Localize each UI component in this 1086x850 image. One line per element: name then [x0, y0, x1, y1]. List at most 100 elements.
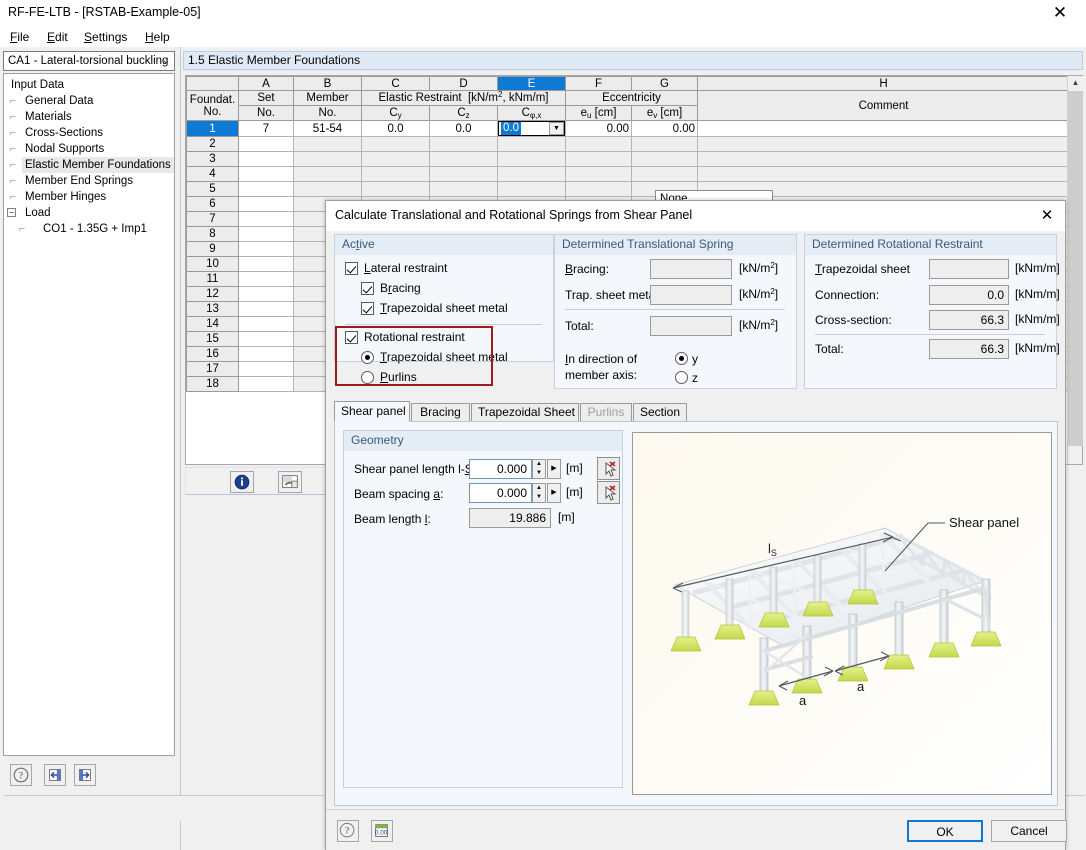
table-row[interactable]: 4: [186, 166, 1070, 182]
menu-item-settings[interactable]: Settings: [80, 29, 131, 45]
shear-panel-length-input[interactable]: 0.000: [469, 459, 532, 479]
tree-item-member-hinges[interactable]: ⌐ Member Hinges: [4, 189, 174, 205]
cell-ev[interactable]: [631, 136, 698, 152]
pick-from-model-icon[interactable]: [597, 481, 620, 504]
cell-eu[interactable]: [565, 181, 632, 197]
lateral-restraint-label[interactable]: Lateral restraint: [364, 261, 447, 275]
column-letter-d[interactable]: D: [429, 76, 498, 91]
rot-purlins-radio[interactable]: [361, 371, 374, 384]
cell-comment[interactable]: [697, 136, 1070, 152]
cell-cphix[interactable]: [497, 181, 566, 197]
cell-cphix[interactable]: [497, 151, 566, 167]
column-letter-f[interactable]: F: [565, 76, 632, 91]
row-number[interactable]: 5: [186, 181, 239, 197]
cell-comment[interactable]: [697, 166, 1070, 182]
cell-set-no[interactable]: [238, 316, 294, 332]
cell-cphix[interactable]: 0.0 ▼: [497, 120, 566, 137]
trapezoidal-sheet-metal-label[interactable]: Trapezoidal sheet metal: [380, 301, 508, 315]
scrollbar-thumb[interactable]: [1068, 91, 1083, 446]
cell-cz[interactable]: [429, 136, 498, 152]
direction-z-label[interactable]: z: [692, 371, 698, 385]
cell-ev[interactable]: [631, 166, 698, 182]
cell-set-no[interactable]: [238, 226, 294, 242]
column-letter-b[interactable]: B: [293, 76, 362, 91]
graphic-icon[interactable]: [278, 471, 302, 493]
cell-set-no[interactable]: 7: [238, 120, 294, 137]
row-number[interactable]: 1: [186, 120, 239, 137]
cell-eu[interactable]: [565, 166, 632, 182]
row-number[interactable]: 4: [186, 166, 239, 182]
menu-item-help[interactable]: Help: [141, 29, 174, 45]
design-case-selector[interactable]: CA1 - Lateral-torsional buckling ⌄: [3, 51, 175, 71]
rotational-restraint-checkbox[interactable]: [345, 331, 358, 344]
column-letter-e[interactable]: E: [497, 76, 566, 91]
tab-purlins[interactable]: Purlins: [580, 403, 632, 422]
row-number[interactable]: 11: [186, 271, 239, 287]
table-row[interactable]: 3: [186, 151, 1070, 167]
help-icon[interactable]: ?: [10, 764, 32, 786]
direction-z-radio[interactable]: [675, 371, 688, 384]
cell-set-no[interactable]: [238, 376, 294, 392]
table-row[interactable]: 5: [186, 181, 1070, 197]
close-icon[interactable]: ✕: [1040, 0, 1080, 26]
cell-cy[interactable]: 0.0: [361, 120, 430, 137]
tree-item-nodal-supports[interactable]: ⌐ Nodal Supports: [4, 141, 174, 157]
total-value-field[interactable]: [650, 316, 732, 336]
tree-collapse-icon[interactable]: −: [7, 208, 16, 218]
cell-member-no[interactable]: [293, 166, 362, 182]
row-number[interactable]: 14: [186, 316, 239, 332]
cell-set-no[interactable]: [238, 361, 294, 377]
cell-eu[interactable]: 0.00: [565, 120, 632, 137]
cell-eu[interactable]: [565, 136, 632, 152]
cancel-button[interactable]: Cancel: [991, 820, 1067, 842]
tree-item-input-data[interactable]: Input Data: [4, 77, 174, 93]
beam-spacing-more-button[interactable]: ▶: [547, 483, 561, 503]
row-number[interactable]: 18: [186, 376, 239, 392]
cell-set-no[interactable]: [238, 211, 294, 227]
rotational-total-field[interactable]: 66.3: [929, 339, 1009, 359]
rot-trapezoidal-label[interactable]: Trapezoidal sheet metal: [380, 350, 508, 364]
cell-member-no[interactable]: [293, 136, 362, 152]
tab-shear-panel[interactable]: Shear panel: [334, 401, 410, 422]
scroll-up-icon[interactable]: ▲: [1068, 76, 1083, 91]
menu-item-file[interactable]: File: [6, 29, 33, 45]
row-number[interactable]: 8: [186, 226, 239, 242]
connection-field[interactable]: 0.0: [929, 285, 1009, 305]
cell-set-no[interactable]: [238, 331, 294, 347]
bracing-label[interactable]: Bracing: [380, 281, 421, 295]
cell-cz[interactable]: [429, 181, 498, 197]
cell-cz[interactable]: [429, 151, 498, 167]
cell-set-no[interactable]: [238, 271, 294, 287]
column-letter-g[interactable]: G: [631, 76, 698, 91]
row-number[interactable]: 10: [186, 256, 239, 272]
row-number[interactable]: 12: [186, 286, 239, 302]
row-number[interactable]: 9: [186, 241, 239, 257]
trapezoidal-sheet-result-field[interactable]: [929, 259, 1009, 279]
tree-item-cross-sections[interactable]: ⌐ Cross-Sections: [4, 125, 174, 141]
trap-sheet-value-field[interactable]: [650, 285, 732, 305]
cell-comment[interactable]: [697, 151, 1070, 167]
cell-set-no[interactable]: [238, 181, 294, 197]
help-icon[interactable]: ?: [337, 820, 359, 842]
cell-cz[interactable]: 0.0: [429, 120, 498, 137]
menu-item-edit[interactable]: Edit: [43, 29, 72, 45]
ok-button[interactable]: OK: [907, 820, 983, 842]
cell-ev[interactable]: [631, 151, 698, 167]
row-number[interactable]: 3: [186, 151, 239, 167]
next-icon[interactable]: [74, 764, 96, 786]
cell-set-no[interactable]: [238, 136, 294, 152]
row-number[interactable]: 13: [186, 301, 239, 317]
cell-set-no[interactable]: [238, 301, 294, 317]
cphix-combo[interactable]: 0.0 ▼: [498, 121, 565, 136]
cell-cy[interactable]: [361, 181, 430, 197]
cell-eu[interactable]: [565, 151, 632, 167]
tree-item-member-end-springs[interactable]: ⌐ Member End Springs: [4, 173, 174, 189]
tree-item-co1[interactable]: ⌐ CO1 - 1.35G + Imp1: [4, 221, 174, 237]
cell-set-no[interactable]: [238, 166, 294, 182]
cell-set-no[interactable]: [238, 286, 294, 302]
cell-member-no[interactable]: 51-54: [293, 120, 362, 137]
column-letter-h[interactable]: H: [697, 76, 1070, 91]
cell-cphix[interactable]: [497, 136, 566, 152]
cross-section-field[interactable]: 66.3: [929, 310, 1009, 330]
table-row[interactable]: 2: [186, 136, 1070, 152]
